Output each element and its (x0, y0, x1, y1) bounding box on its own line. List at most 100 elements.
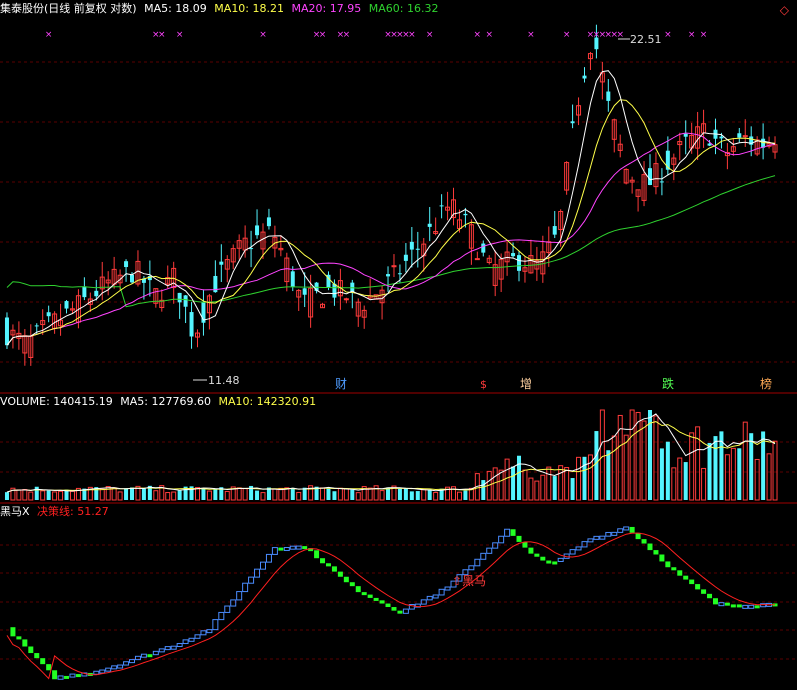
volume-bar (16, 489, 22, 501)
volume-bar (260, 492, 266, 501)
candle-body (34, 325, 39, 327)
volume-bar (409, 491, 414, 500)
volume-bar (326, 488, 331, 500)
heima-bar (438, 588, 445, 596)
candle-body (570, 121, 575, 124)
increase-marker[interactable]: 增 (520, 377, 532, 391)
volume-bar (641, 420, 647, 501)
heima-bar (57, 675, 64, 680)
volume-bar (195, 487, 200, 501)
volume-bar (463, 490, 468, 500)
candle-body (290, 271, 295, 287)
heima-bar (265, 553, 272, 563)
indicator-legend: 黑马X 决策线: 51.27 (0, 505, 109, 519)
indicator-name: 黑马X (0, 505, 30, 518)
volume-bar (677, 457, 683, 501)
ma20-legend: MA20: 17.95 (291, 2, 362, 15)
volume-bar (522, 469, 528, 501)
signal-x-marker: × (485, 30, 493, 40)
volume-bar (171, 491, 177, 501)
volume-bar (290, 487, 295, 500)
volume-bar (403, 488, 408, 500)
heima-bar (581, 541, 588, 548)
candle-body (46, 312, 51, 317)
candle-body (94, 290, 99, 297)
volume-bar (58, 490, 64, 501)
volume-bar (34, 486, 39, 500)
heima-bar (176, 643, 183, 648)
dollar-marker[interactable]: $ (480, 378, 487, 392)
candle-body (719, 136, 724, 139)
candle-body (219, 261, 224, 265)
heima-bar (105, 667, 112, 672)
candle-body (683, 133, 688, 137)
heima-bar (170, 645, 177, 650)
signal-x-marker: × (688, 30, 696, 40)
volume-bar (713, 436, 718, 500)
heima-bar (432, 594, 439, 599)
heima-bar (52, 670, 58, 680)
volume-bar (224, 490, 230, 501)
volume-bar (124, 488, 129, 500)
volume-bar (272, 488, 278, 501)
heima-bar (278, 547, 284, 551)
volume-bar (582, 456, 587, 500)
volume-ma10-line (6, 421, 776, 493)
heima-bar (486, 547, 493, 554)
heima-bar (367, 594, 373, 598)
heima-bar (653, 550, 659, 555)
volume-bar (540, 474, 546, 501)
volume-bar (504, 458, 510, 501)
volume-bar (724, 454, 730, 501)
heima-bar (355, 586, 361, 593)
volume-bar (350, 489, 355, 500)
volume-bar (635, 411, 641, 501)
ranking-marker[interactable]: 榜 (760, 377, 772, 391)
heima-bar (224, 605, 231, 613)
heima-bar (647, 543, 653, 551)
ma20-line (6, 132, 776, 346)
signal-x-marker: × (426, 30, 434, 40)
candle-body (177, 292, 182, 303)
volume-bar (594, 431, 599, 500)
heima-bar (534, 553, 540, 557)
candle-body (463, 213, 468, 216)
volume-bar (201, 488, 206, 500)
heima-signal[interactable]: ⇧黑马 (452, 574, 486, 588)
heima-bar (402, 608, 409, 614)
candle-body (82, 286, 87, 298)
signal-x-marker: × (664, 30, 672, 40)
candle-body (343, 298, 349, 301)
heima-bar (510, 529, 516, 536)
volume-bar (242, 488, 248, 501)
heima-bar (28, 646, 34, 654)
signal-x-marker: × (259, 30, 267, 40)
heima-bar (629, 526, 635, 533)
heima-bar (528, 547, 534, 554)
diamond-icon[interactable]: ◇ (780, 3, 789, 17)
candle-body (582, 75, 587, 79)
volume-bar (332, 491, 337, 500)
candle-body (64, 301, 69, 309)
heima-bar (206, 629, 213, 634)
candle-body (481, 243, 486, 253)
candle-body (439, 205, 444, 207)
candle-body (266, 217, 271, 227)
volume-bar (671, 467, 677, 501)
heima-bar (314, 550, 320, 559)
heima-bar (123, 661, 130, 666)
heima-bar (665, 561, 671, 568)
signal-x-marker: × (563, 30, 571, 40)
heima-bar (271, 547, 278, 555)
finance-marker[interactable]: 财 (335, 377, 347, 391)
heima-bar (349, 582, 355, 587)
volume-bar (373, 485, 379, 501)
candle-body (302, 288, 307, 295)
heima-bar (343, 576, 349, 583)
volume-bar (772, 440, 778, 501)
drop-marker[interactable]: 跌 (662, 377, 674, 391)
heima-bar (10, 627, 16, 637)
heima-bar (212, 619, 219, 631)
volume-bar (46, 490, 51, 500)
volume-bar (320, 487, 326, 501)
